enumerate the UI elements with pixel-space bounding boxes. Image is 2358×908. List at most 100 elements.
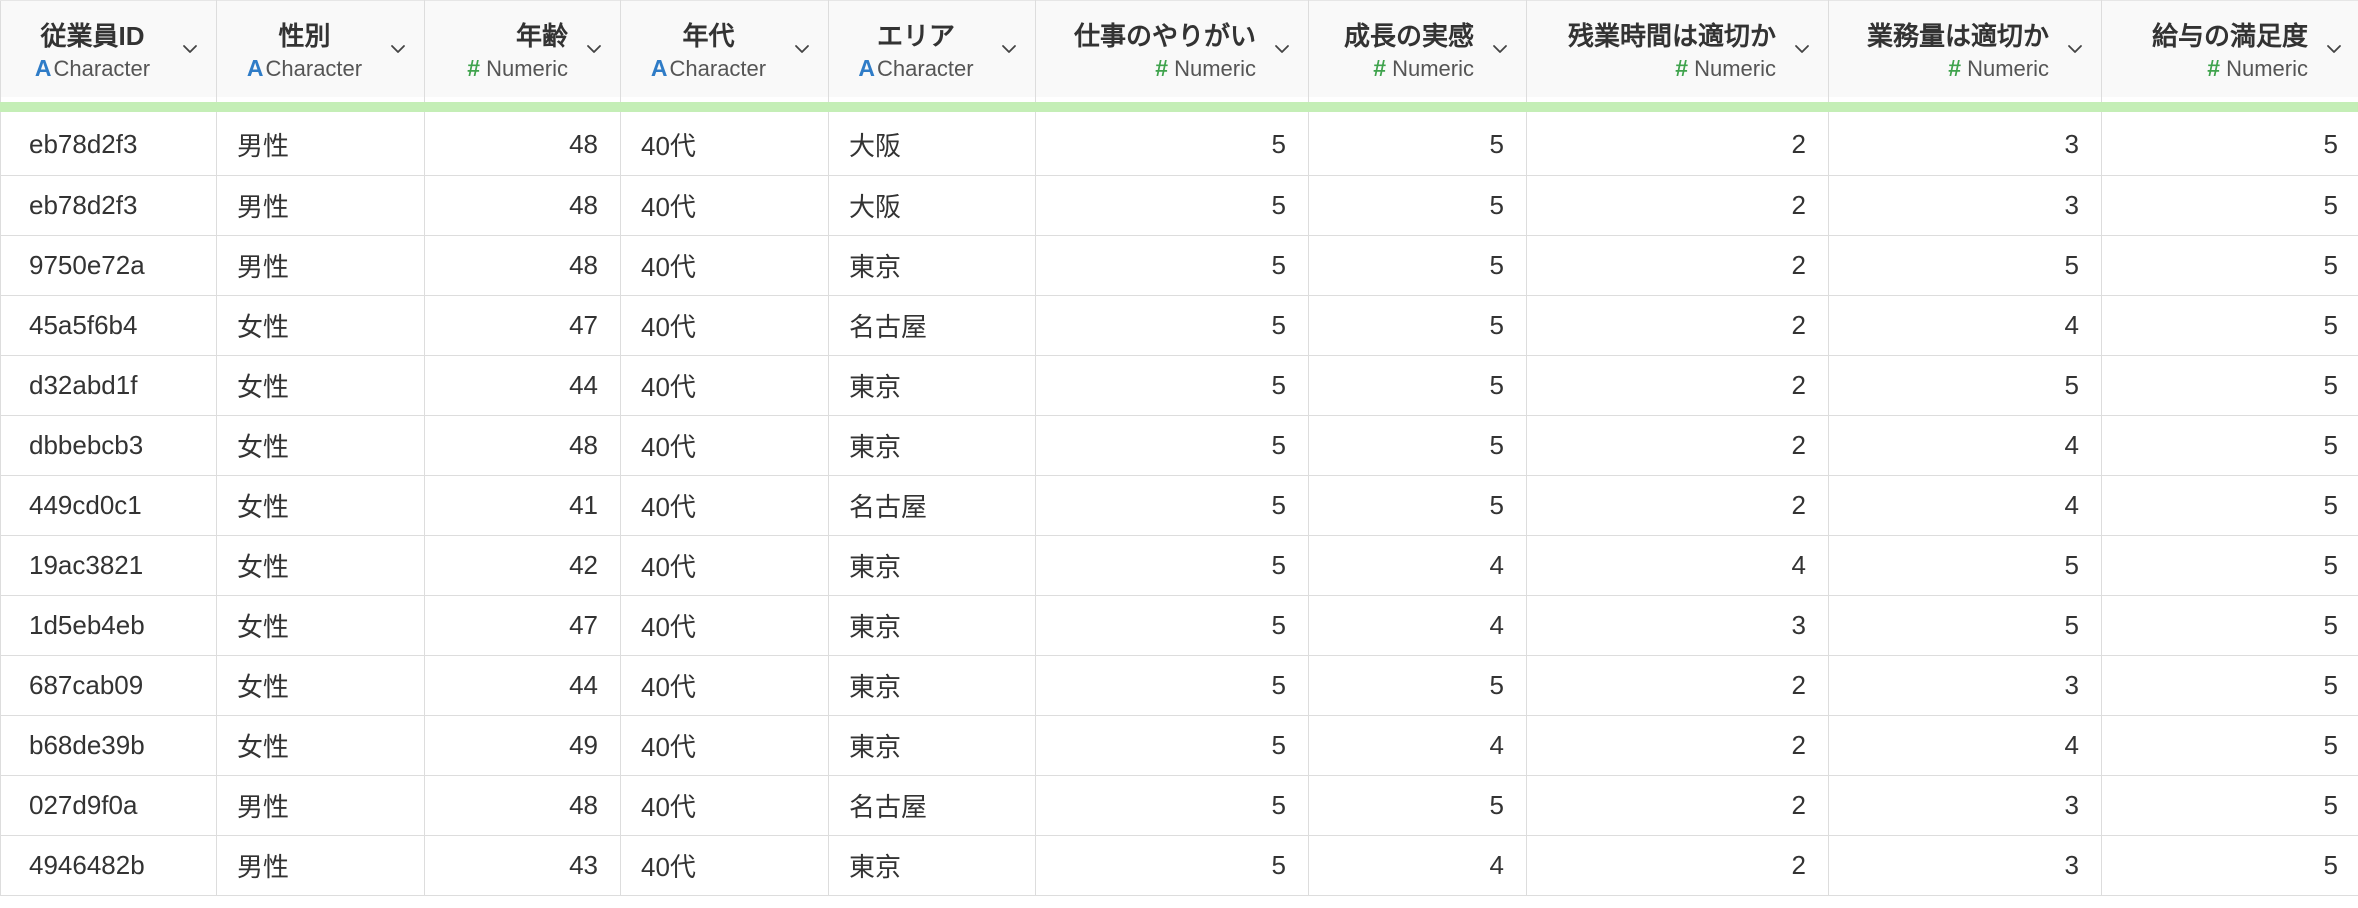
table-cell[interactable]: 東京 — [828, 235, 1036, 296]
table-cell[interactable]: 5 — [1035, 235, 1309, 296]
chevron-down-icon[interactable] — [2067, 41, 2083, 57]
table-cell[interactable]: 687cab09 — [0, 655, 217, 716]
table-row[interactable]: 19ac3821 女性 42 40代 東京 5 4 4 5 5 — [0, 535, 2358, 596]
table-cell[interactable]: 44 — [424, 655, 621, 716]
table-row[interactable]: 449cd0c1 女性 41 40代 名古屋 5 5 2 4 5 — [0, 475, 2358, 536]
table-cell[interactable]: 40代 — [620, 415, 829, 476]
table-cell[interactable]: 40代 — [620, 655, 829, 716]
table-cell[interactable]: 40代 — [620, 775, 829, 836]
chevron-down-icon[interactable] — [1274, 41, 1290, 57]
column-header-6[interactable]: 成長の実感 # Numeric — [1308, 0, 1527, 97]
table-cell[interactable]: 4 — [1308, 595, 1527, 656]
table-cell[interactable]: 女性 — [216, 415, 425, 476]
table-cell[interactable]: 49 — [424, 715, 621, 776]
table-cell[interactable]: 40代 — [620, 475, 829, 536]
column-header-4[interactable]: エリア ACharacter — [828, 0, 1036, 97]
table-cell[interactable]: 男性 — [216, 835, 425, 896]
table-cell[interactable]: 5 — [2101, 415, 2358, 476]
table-cell[interactable]: 45a5f6b4 — [0, 295, 217, 356]
table-cell[interactable]: 19ac3821 — [0, 535, 217, 596]
table-cell[interactable]: 5 — [2101, 355, 2358, 416]
table-cell[interactable]: 5 — [1308, 295, 1527, 356]
chevron-down-icon[interactable] — [1794, 41, 1810, 57]
table-row[interactable]: 9750e72a 男性 48 40代 東京 5 5 2 5 5 — [0, 235, 2358, 296]
table-cell[interactable]: 5 — [1828, 595, 2102, 656]
table-cell[interactable]: 2 — [1526, 835, 1829, 896]
column-header-5[interactable]: 仕事のやりがい # Numeric — [1035, 0, 1309, 97]
table-cell[interactable]: 40代 — [620, 295, 829, 356]
table-cell[interactable]: 2 — [1526, 775, 1829, 836]
table-cell[interactable]: 2 — [1526, 415, 1829, 476]
chevron-down-icon[interactable] — [182, 41, 198, 57]
table-cell[interactable]: 5 — [2101, 535, 2358, 596]
table-cell[interactable]: 5 — [2101, 775, 2358, 836]
table-cell[interactable]: 女性 — [216, 295, 425, 356]
table-cell[interactable]: 女性 — [216, 535, 425, 596]
table-cell[interactable]: 東京 — [828, 415, 1036, 476]
table-cell[interactable]: 2 — [1526, 355, 1829, 416]
table-cell[interactable]: 5 — [1308, 415, 1527, 476]
table-cell[interactable]: 5 — [1308, 475, 1527, 536]
table-cell[interactable]: 名古屋 — [828, 775, 1036, 836]
table-cell[interactable]: 4 — [1526, 535, 1829, 596]
table-cell[interactable]: 東京 — [828, 715, 1036, 776]
column-header-9[interactable]: 給与の満足度 # Numeric — [2101, 0, 2358, 97]
table-cell[interactable]: 東京 — [828, 535, 1036, 596]
table-cell[interactable]: 5 — [2101, 655, 2358, 716]
table-cell[interactable]: 2 — [1526, 295, 1829, 356]
table-cell[interactable]: 2 — [1526, 715, 1829, 776]
table-cell[interactable]: 女性 — [216, 715, 425, 776]
table-cell[interactable]: 5 — [1308, 175, 1527, 236]
table-cell[interactable]: 5 — [1035, 415, 1309, 476]
column-header-8[interactable]: 業務量は適切か # Numeric — [1828, 0, 2102, 97]
table-row[interactable]: d32abd1f 女性 44 40代 東京 5 5 2 5 5 — [0, 355, 2358, 416]
table-cell[interactable]: 4 — [1828, 295, 2102, 356]
table-cell[interactable]: 5 — [1035, 355, 1309, 416]
table-cell[interactable]: 3 — [1828, 835, 2102, 896]
table-cell[interactable]: 027d9f0a — [0, 775, 217, 836]
table-cell[interactable]: 5 — [2101, 595, 2358, 656]
table-cell[interactable]: dbbebcb3 — [0, 415, 217, 476]
table-cell[interactable]: 4 — [1308, 715, 1527, 776]
table-cell[interactable]: b68de39b — [0, 715, 217, 776]
table-cell[interactable]: 4946482b — [0, 835, 217, 896]
table-cell[interactable]: 5 — [1035, 475, 1309, 536]
table-cell[interactable]: 40代 — [620, 595, 829, 656]
table-cell[interactable]: 男性 — [216, 775, 425, 836]
column-header-3[interactable]: 年代 ACharacter — [620, 0, 829, 97]
table-cell[interactable]: 9750e72a — [0, 235, 217, 296]
table-cell[interactable]: 3 — [1526, 595, 1829, 656]
table-cell[interactable]: eb78d2f3 — [0, 175, 217, 236]
table-row[interactable]: 687cab09 女性 44 40代 東京 5 5 2 3 5 — [0, 655, 2358, 716]
table-cell[interactable]: 44 — [424, 355, 621, 416]
table-cell[interactable]: 5 — [1035, 655, 1309, 716]
chevron-down-icon[interactable] — [794, 41, 810, 57]
table-cell[interactable]: 5 — [1035, 295, 1309, 356]
table-cell[interactable]: 5 — [2101, 175, 2358, 236]
chevron-down-icon[interactable] — [390, 41, 406, 57]
table-cell[interactable]: 5 — [2101, 715, 2358, 776]
table-cell[interactable]: 41 — [424, 475, 621, 536]
table-cell[interactable]: 女性 — [216, 475, 425, 536]
table-cell[interactable]: 5 — [1308, 775, 1527, 836]
table-cell[interactable]: 47 — [424, 595, 621, 656]
table-cell[interactable]: 5 — [1035, 835, 1309, 896]
chevron-down-icon[interactable] — [1492, 41, 1508, 57]
table-cell[interactable]: 5 — [1035, 175, 1309, 236]
table-cell[interactable]: 47 — [424, 295, 621, 356]
table-cell[interactable]: 5 — [1308, 655, 1527, 716]
table-cell[interactable]: 48 — [424, 415, 621, 476]
table-cell[interactable]: 43 — [424, 835, 621, 896]
chevron-down-icon[interactable] — [2326, 41, 2342, 57]
table-cell[interactable]: 5 — [1828, 535, 2102, 596]
table-row[interactable]: 4946482b 男性 43 40代 東京 5 4 2 3 5 — [0, 835, 2358, 896]
table-cell[interactable]: 2 — [1526, 475, 1829, 536]
table-row[interactable]: 1d5eb4eb 女性 47 40代 東京 5 4 3 5 5 — [0, 595, 2358, 656]
table-cell[interactable]: 48 — [424, 235, 621, 296]
table-cell[interactable]: 5 — [1035, 595, 1309, 656]
table-cell[interactable]: 4 — [1828, 475, 2102, 536]
table-cell[interactable]: 5 — [2101, 235, 2358, 296]
table-cell[interactable]: 2 — [1526, 655, 1829, 716]
table-cell[interactable]: 3 — [1828, 775, 2102, 836]
table-cell[interactable]: 4 — [1308, 835, 1527, 896]
